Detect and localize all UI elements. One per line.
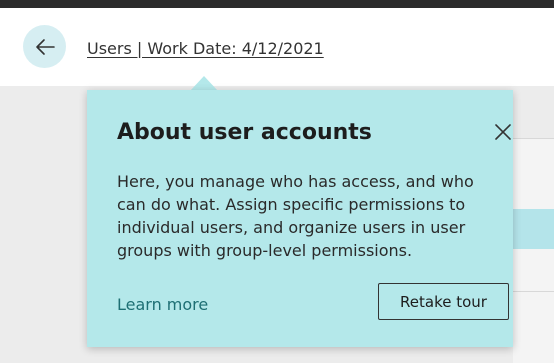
teaching-callout: About user accounts Here, you manage who… xyxy=(87,90,513,347)
close-icon xyxy=(495,124,511,140)
arrow-left-icon xyxy=(35,38,55,55)
close-button[interactable] xyxy=(491,120,515,144)
background-selected-row[interactable] xyxy=(513,209,554,249)
back-button[interactable] xyxy=(23,25,66,68)
background-row-divider xyxy=(513,291,554,292)
page-header: Users | Work Date: 4/12/2021 xyxy=(0,8,554,86)
callout-title: About user accounts xyxy=(117,120,372,145)
top-bar xyxy=(0,0,554,8)
retake-tour-button[interactable]: Retake tour xyxy=(378,283,509,320)
popover-pointer xyxy=(190,76,218,91)
learn-more-link[interactable]: Learn more xyxy=(117,295,208,314)
background-list-panel xyxy=(513,138,554,363)
callout-body: Here, you manage who has access, and who… xyxy=(117,172,474,260)
page-title[interactable]: Users | Work Date: 4/12/2021 xyxy=(87,39,324,58)
